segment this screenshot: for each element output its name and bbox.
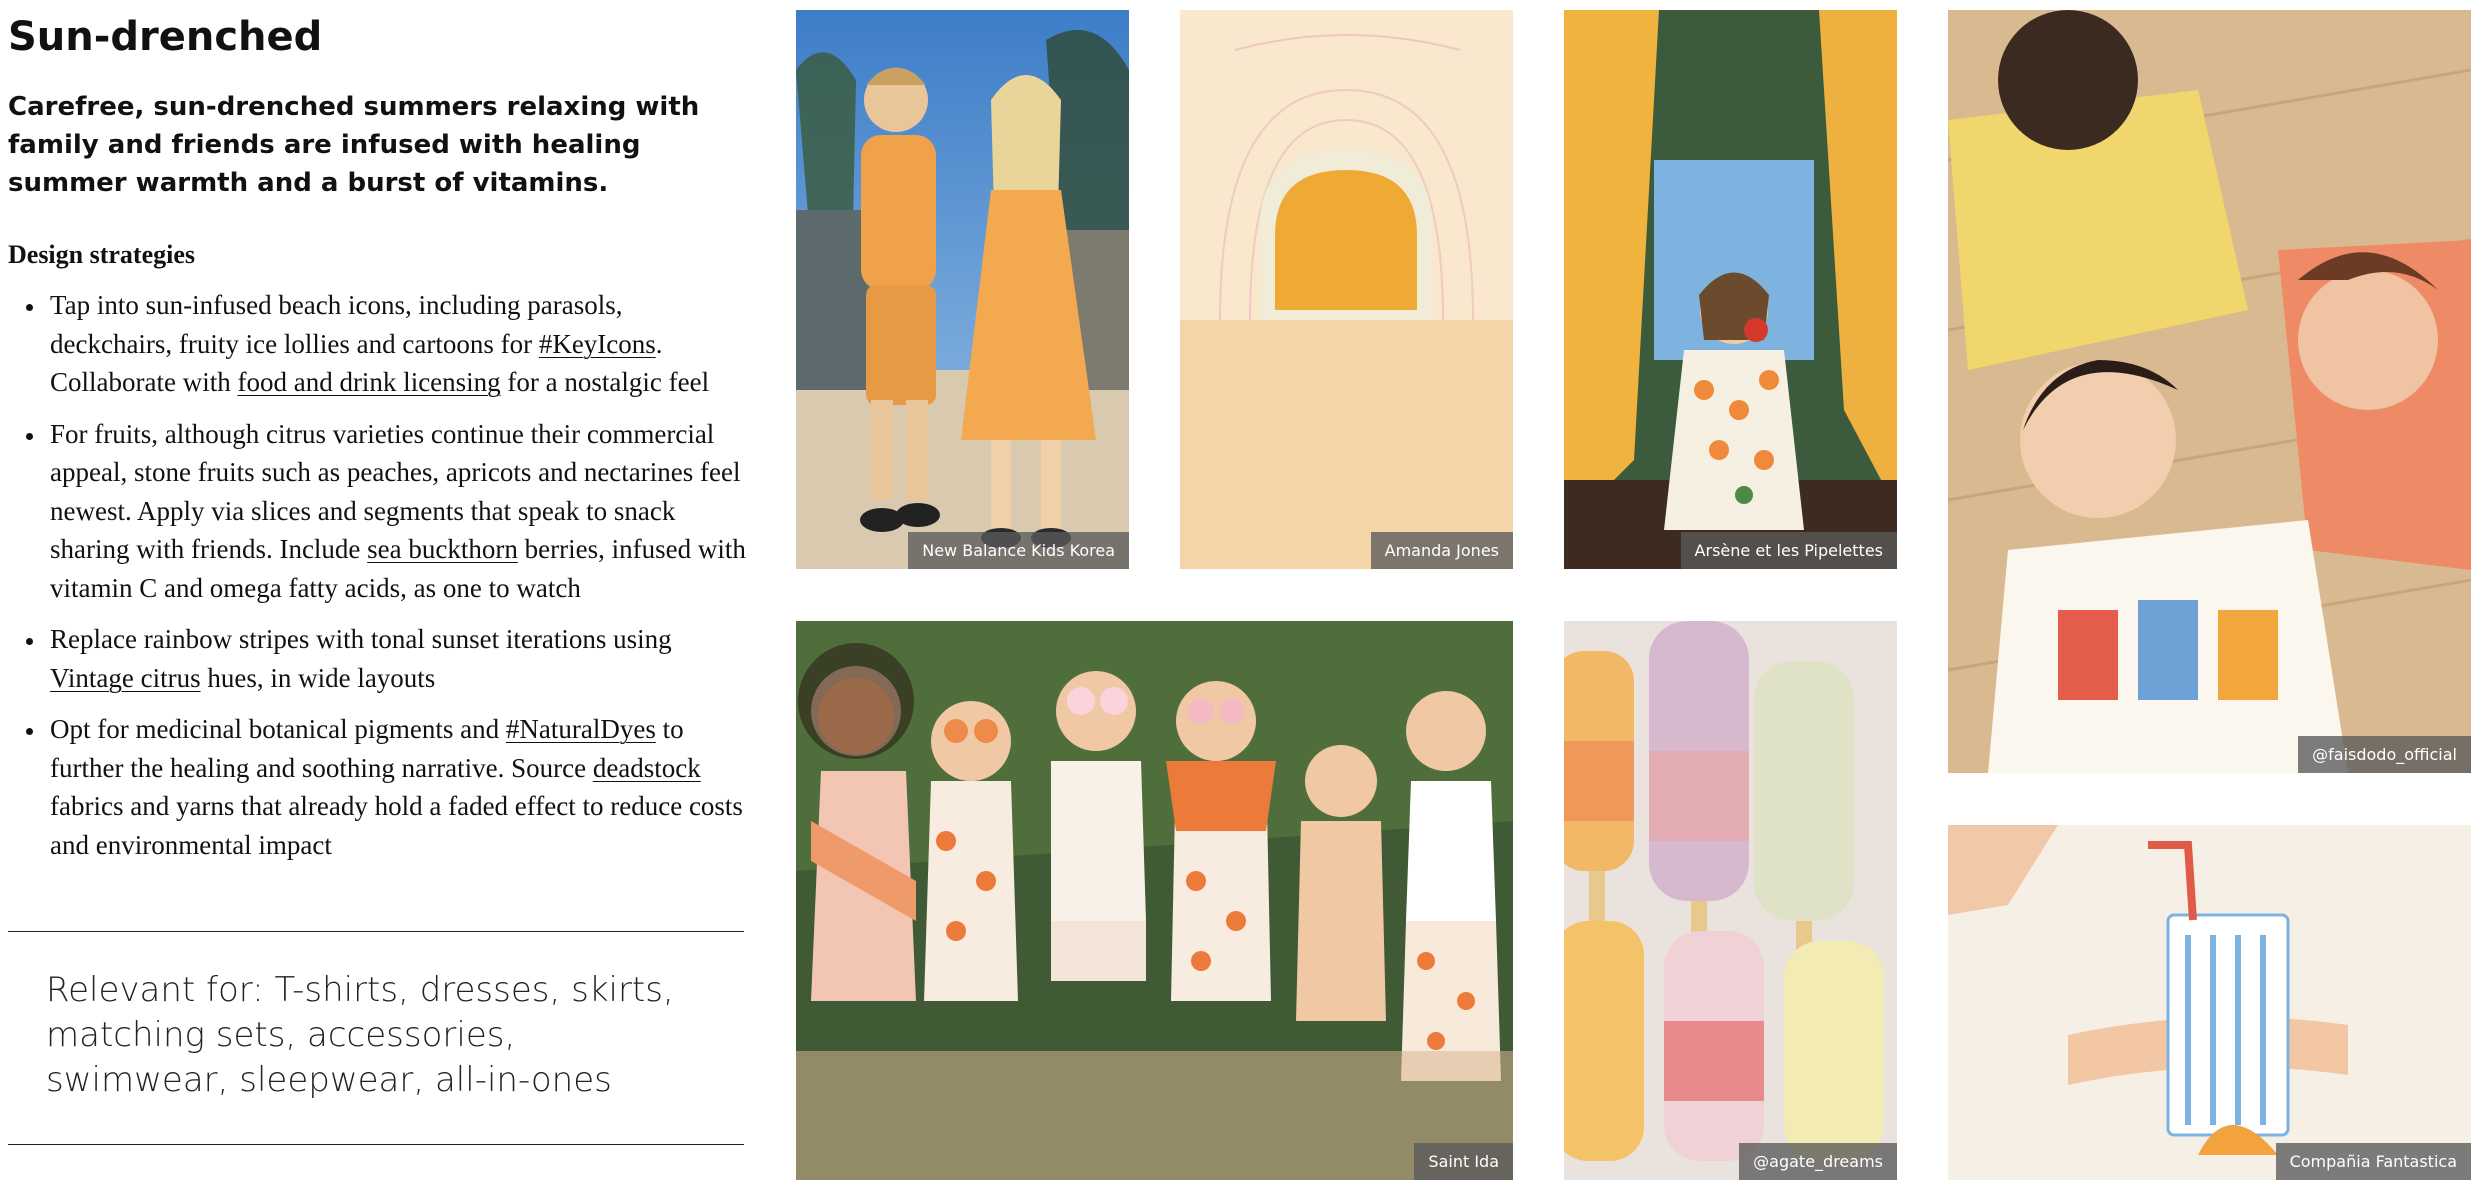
strategy-text: Replace rainbow stripes with tonal sunse… bbox=[50, 624, 672, 654]
natural-dyes-link[interactable]: #NaturalDyes bbox=[506, 714, 656, 744]
keyicons-link[interactable]: #KeyIcons bbox=[539, 329, 656, 359]
deadstock-link[interactable]: deadstock bbox=[593, 753, 701, 783]
strategies-list: Tap into sun-infused beach icons, includ… bbox=[8, 286, 746, 864]
strategy-item: Replace rainbow stripes with tonal sunse… bbox=[46, 620, 746, 697]
food-drink-licensing-link[interactable]: food and drink licensing bbox=[237, 367, 500, 397]
vintage-citrus-link[interactable]: Vintage citrus bbox=[50, 663, 201, 693]
strategy-item: For fruits, although citrus varieties co… bbox=[46, 415, 746, 608]
page-title: Sun-drenched bbox=[8, 14, 323, 60]
photo-caption: @faisdodo_official bbox=[2298, 736, 2471, 773]
strategy-text: fabrics and yarns that already hold a fa… bbox=[50, 791, 743, 860]
strategy-item: Tap into sun-infused beach icons, includ… bbox=[46, 286, 746, 402]
photo-kids-on-floor[interactable]: @faisdodo_official bbox=[1948, 10, 2471, 773]
photo-juice-shirt[interactable]: Compañia Fantastica bbox=[1948, 825, 2471, 1180]
photo-kids-orange-outfits-art bbox=[796, 10, 1129, 569]
photo-ice-lollies-art bbox=[1564, 621, 1897, 1180]
photo-ice-lollies[interactable]: @agate_dreams bbox=[1564, 621, 1897, 1180]
strategy-item: Opt for medicinal botanical pigments and… bbox=[46, 710, 746, 864]
sea-buckthorn-link[interactable]: sea buckthorn bbox=[367, 534, 518, 564]
photo-sun-painting-art bbox=[1180, 10, 1513, 569]
strategy-text: for a nostalgic feel bbox=[500, 367, 710, 397]
photo-kids-orange-outfits[interactable]: New Balance Kids Korea bbox=[796, 10, 1129, 569]
text-column: Sun-drenched Carefree, sun-drenched summ… bbox=[8, 0, 746, 877]
strategy-text: hues, in wide layouts bbox=[200, 662, 436, 693]
photo-caption: Amanda Jones bbox=[1370, 532, 1513, 569]
divider-bottom bbox=[8, 1144, 744, 1145]
strategies-heading: Design strategies bbox=[8, 240, 196, 269]
photo-girl-parasol-art bbox=[1564, 10, 1897, 569]
strategy-text: Tap into sun-infused beach icons, includ… bbox=[50, 290, 623, 359]
page-subtitle: Carefree, sun-drenched summers relaxing … bbox=[8, 92, 700, 198]
photo-caption: Arsène et les Pipelettes bbox=[1680, 532, 1897, 569]
photo-sun-painting[interactable]: Amanda Jones bbox=[1180, 10, 1513, 569]
photo-girl-parasol[interactable]: Arsène et les Pipelettes bbox=[1564, 10, 1897, 569]
photo-kids-swimwear[interactable]: Saint Ida bbox=[796, 621, 1513, 1180]
photo-juice-shirt-art bbox=[1948, 825, 2471, 1180]
photo-kids-swimwear-art bbox=[796, 621, 1513, 1180]
photo-caption: New Balance Kids Korea bbox=[908, 532, 1129, 569]
photo-caption: Saint Ida bbox=[1414, 1143, 1513, 1180]
photo-caption: Compañia Fantastica bbox=[2275, 1143, 2471, 1180]
strategy-text: Opt for medicinal botanical pigments and bbox=[50, 714, 506, 744]
divider-top bbox=[8, 931, 744, 932]
photo-kids-on-floor-art bbox=[1948, 10, 2471, 773]
photo-caption: @agate_dreams bbox=[1739, 1143, 1897, 1180]
relevant-for-text: Relevant for: T-shirts, dresses, skirts,… bbox=[46, 970, 674, 1100]
